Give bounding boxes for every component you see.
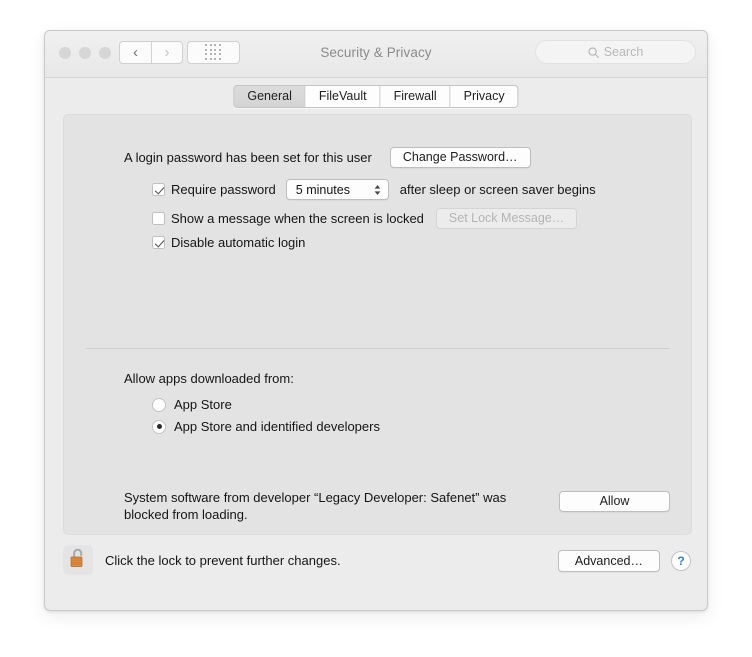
lock-button[interactable] [63,545,93,575]
require-password-row: Require password 5 minutes after sleep o… [152,179,596,200]
search-field[interactable]: Search [535,40,696,64]
login-password-row: A login password has been set for this u… [124,147,531,168]
require-password-interval-value: 5 minutes [295,182,350,197]
footer-actions: Advanced… ? [557,550,691,572]
unlocked-padlock-icon [68,546,88,575]
tab-bar: General FileVault Firewall Privacy [45,78,707,114]
blocked-software-row: System software from developer “Legacy D… [124,489,506,523]
require-password-interval-popup[interactable]: 5 minutes [285,179,389,200]
radio-app-store-identified-developers[interactable] [152,419,166,434]
require-password-checkbox[interactable] [152,183,165,196]
window-titlebar: ‹ › Security & Privacy Search [45,31,707,78]
lock-message-label: Show a message when the screen is locked [171,211,424,226]
general-pane: A login password has been set for this u… [63,114,692,535]
allow-blocked-software-button[interactable]: Allow [559,491,670,512]
lock-message-checkbox[interactable] [152,212,165,225]
blocked-software-message: System software from developer “Legacy D… [124,489,506,523]
disable-auto-login-label: Disable automatic login [171,235,306,250]
set-lock-message-button[interactable]: Set Lock Message… [435,208,578,229]
advanced-button[interactable]: Advanced… [557,550,660,572]
security-privacy-window: ‹ › Security & Privacy Search General Fi… [44,30,708,611]
lock-area: Click the lock to prevent further change… [63,545,341,575]
require-password-label: Require password [171,182,276,197]
disable-auto-login-row: Disable automatic login [152,235,305,250]
lock-message-row: Show a message when the screen is locked… [152,208,578,229]
disable-auto-login-checkbox[interactable] [152,236,165,249]
search-placeholder: Search [603,45,644,59]
chevron-updown-icon [373,183,382,197]
allow-apps-option-identified-developers[interactable]: App Store and identified developers [152,419,380,434]
radio-app-store-label: App Store [174,397,232,412]
allow-apps-option-app-store[interactable]: App Store [152,397,232,412]
help-button[interactable]: ? [671,551,691,571]
tab-privacy[interactable]: Privacy [450,86,518,107]
tab-firewall[interactable]: Firewall [380,86,451,107]
tab-group: General FileVault Firewall Privacy [233,85,519,108]
allow-apps-heading-row: Allow apps downloaded from: [124,371,294,386]
search-icon [588,46,599,58]
lock-hint-text: Click the lock to prevent further change… [105,552,341,568]
section-divider [86,348,669,349]
radio-app-store[interactable] [152,397,166,412]
login-password-label: A login password has been set for this u… [124,150,372,165]
tab-general[interactable]: General [234,86,306,107]
blocked-software-message-line2: blocked from loading. [124,507,248,522]
radio-identified-developers-label: App Store and identified developers [174,419,380,434]
tab-filevault[interactable]: FileVault [305,86,381,107]
require-password-suffix-label: after sleep or screen saver begins [399,182,596,197]
allow-apps-heading: Allow apps downloaded from: [124,371,294,386]
change-password-button[interactable]: Change Password… [389,147,531,168]
blocked-software-message-line1: System software from developer “Legacy D… [124,490,507,505]
